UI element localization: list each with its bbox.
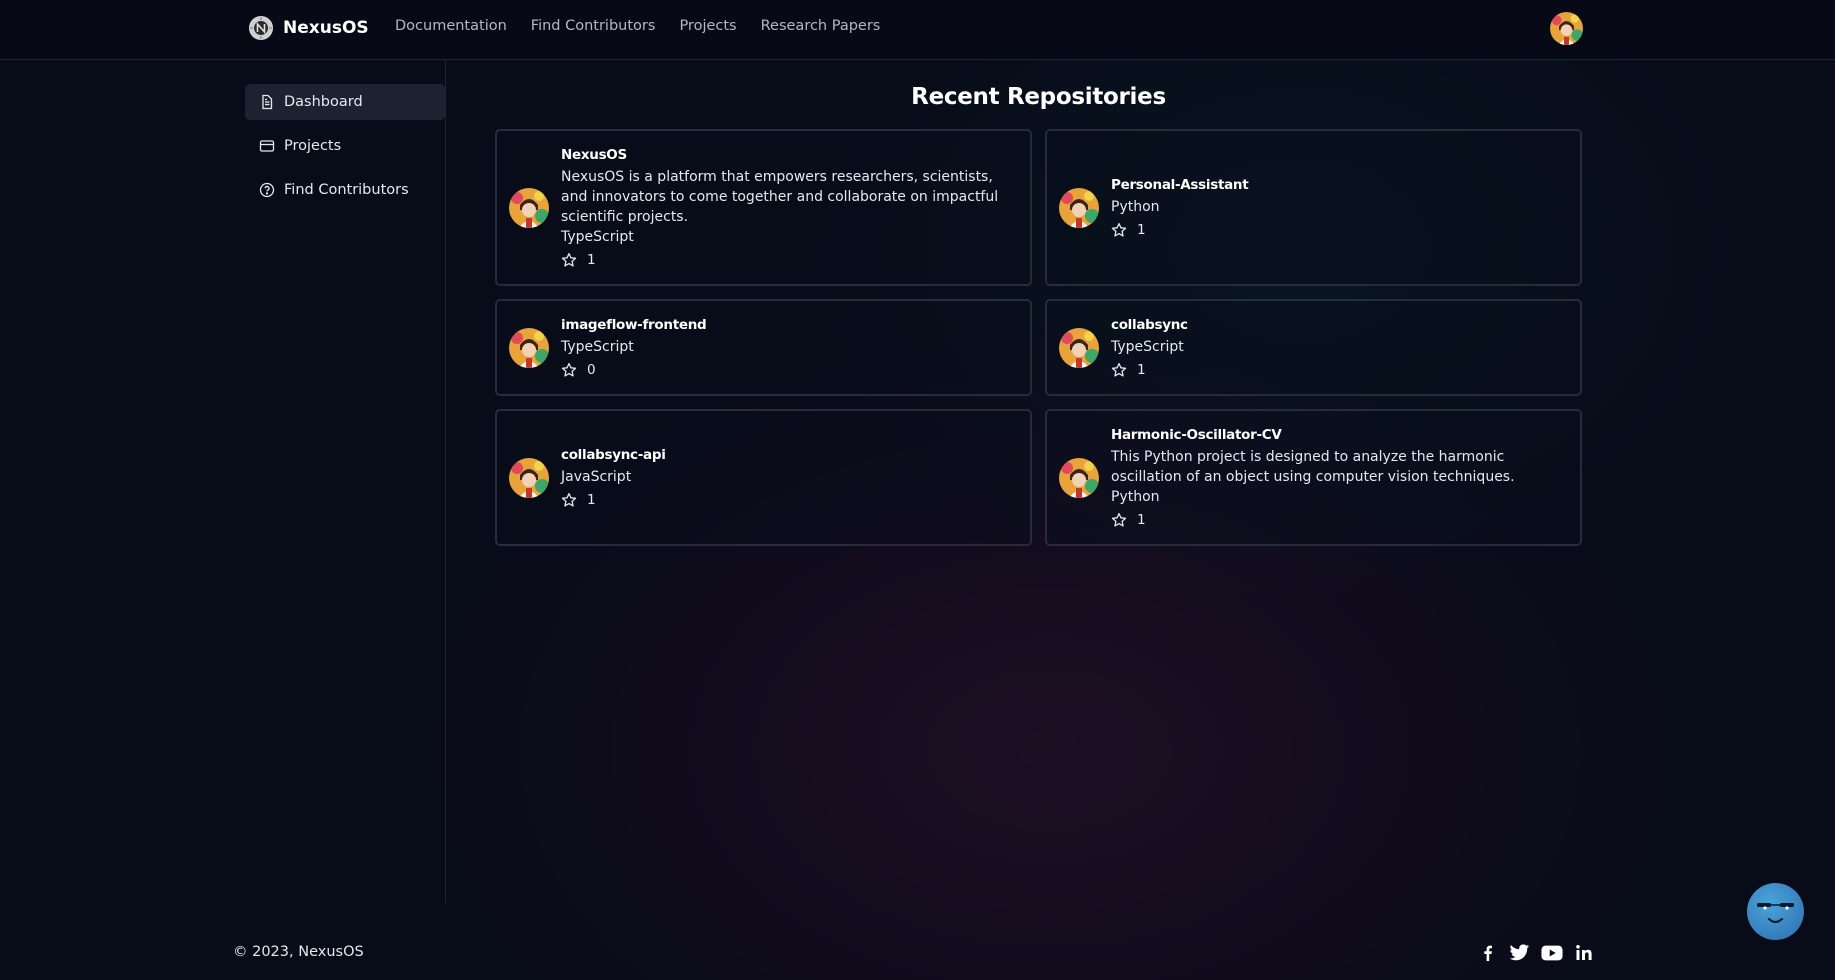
help-circle-icon <box>259 182 275 198</box>
sidebar-item-projects[interactable]: Projects <box>245 128 445 164</box>
nav-find-contributors[interactable]: Find Contributors <box>531 18 656 34</box>
chatbot-button[interactable] <box>1747 883 1804 940</box>
sidebar-item-find-contributors[interactable]: Find Contributors <box>245 172 445 208</box>
repo-stars: 1 <box>561 492 1018 508</box>
sidebar-item-label: Dashboard <box>284 94 363 110</box>
repo-card[interactable]: imageflow-frontend TypeScript 0 <box>495 299 1032 396</box>
owner-avatar <box>509 327 549 368</box>
brand-name: NexusOS <box>283 18 369 38</box>
repo-name[interactable]: imageflow-frontend <box>561 317 1018 333</box>
star-icon <box>561 492 577 507</box>
repo-card[interactable]: Harmonic-Oscillator-CV This Python proje… <box>1045 409 1582 546</box>
sidebar-divider <box>445 60 446 903</box>
repo-stars: 1 <box>561 252 1018 268</box>
nav-research-papers[interactable]: Research Papers <box>761 18 881 34</box>
repo-name[interactable]: collabsync <box>1111 317 1568 333</box>
owner-avatar <box>1059 187 1099 228</box>
repo-card[interactable]: collabsync TypeScript 1 <box>1045 299 1582 396</box>
user-avatar[interactable] <box>1550 12 1583 45</box>
star-count: 1 <box>587 252 596 268</box>
star-count: 1 <box>1137 362 1146 378</box>
repository-grid: NexusOS NexusOS is a platform that empow… <box>495 129 1582 546</box>
repo-stars: 1 <box>1111 222 1568 238</box>
repo-name[interactable]: Personal-Assistant <box>1111 177 1568 193</box>
main-nav: Documentation Find Contributors Projects… <box>395 18 904 34</box>
repo-name[interactable]: Harmonic-Oscillator-CV <box>1111 427 1568 443</box>
footer-copyright: © 2023, NexusOS <box>233 944 364 960</box>
youtube-icon[interactable] <box>1541 943 1563 963</box>
repo-language: JavaScript <box>561 469 632 485</box>
repo-card[interactable]: NexusOS NexusOS is a platform that empow… <box>495 129 1032 286</box>
linkedin-icon[interactable] <box>1574 943 1594 963</box>
owner-avatar <box>509 457 549 498</box>
sidebar: Dashboard Projects Find Contributors <box>245 84 445 216</box>
star-icon <box>561 252 577 267</box>
star-icon <box>1111 222 1127 237</box>
star-icon <box>561 362 577 377</box>
repo-description: NexusOS is a platform that empowers rese… <box>561 169 999 225</box>
repo-language: TypeScript <box>1111 339 1184 355</box>
top-navbar: NexusOS Documentation Find Contributors … <box>0 0 1835 60</box>
star-icon <box>1111 512 1127 527</box>
repo-stars: 1 <box>1111 362 1568 378</box>
repo-name[interactable]: NexusOS <box>561 147 1018 163</box>
repo-language: TypeScript <box>561 339 634 355</box>
repo-language: TypeScript <box>561 229 634 245</box>
owner-avatar <box>1059 327 1099 368</box>
star-icon <box>1111 362 1127 377</box>
document-icon <box>262 94 273 110</box>
star-count: 1 <box>1137 512 1146 528</box>
nexusos-logo-icon <box>249 16 273 40</box>
repo-language: Python <box>1111 199 1160 215</box>
brand[interactable]: NexusOS <box>249 14 369 42</box>
owner-avatar <box>509 187 549 228</box>
sidebar-item-label: Find Contributors <box>284 182 409 198</box>
repo-stars: 0 <box>561 362 1018 378</box>
facebook-icon[interactable] <box>1478 943 1498 963</box>
chatbot-face-icon <box>1757 903 1794 924</box>
social-links <box>1478 943 1594 963</box>
card-icon <box>259 140 275 152</box>
sidebar-item-dashboard[interactable]: Dashboard <box>245 84 445 120</box>
owner-avatar <box>1059 457 1099 498</box>
repo-card[interactable]: collabsync-api JavaScript 1 <box>495 409 1032 546</box>
nav-documentation[interactable]: Documentation <box>395 18 507 34</box>
star-count: 1 <box>1137 222 1146 238</box>
repo-stars: 1 <box>1111 512 1568 528</box>
page-title: Recent Repositories <box>911 84 1166 110</box>
repo-description: This Python project is designed to analy… <box>1111 449 1515 485</box>
star-count: 0 <box>587 362 596 378</box>
repo-language: Python <box>1111 489 1160 505</box>
repo-name[interactable]: collabsync-api <box>561 447 1018 463</box>
repo-card[interactable]: Personal-Assistant Python 1 <box>1045 129 1582 286</box>
twitter-icon[interactable] <box>1509 943 1530 963</box>
star-count: 1 <box>587 492 596 508</box>
sidebar-item-label: Projects <box>284 138 342 154</box>
nav-projects[interactable]: Projects <box>679 18 736 34</box>
